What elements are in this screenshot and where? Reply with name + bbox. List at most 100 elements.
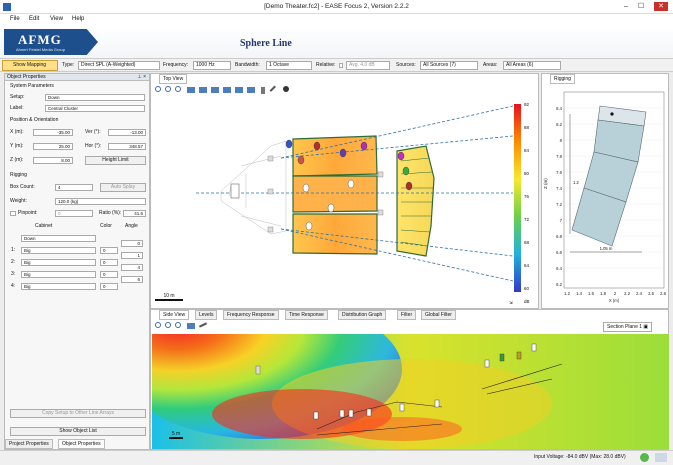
- status-window-icon[interactable]: [655, 453, 667, 462]
- color-select-2[interactable]: 0: [100, 259, 118, 266]
- rig-y-tick-11: 6.2: [556, 282, 562, 287]
- color-scale-60: 60: [524, 286, 530, 291]
- side-zoom-out-icon[interactable]: [165, 322, 171, 328]
- menu-help[interactable]: Help: [72, 16, 84, 22]
- rig-x-axis-label: X (m): [609, 298, 620, 303]
- tab-side-view[interactable]: Side View: [159, 310, 190, 320]
- height-limit-button[interactable]: Height Limit: [85, 156, 146, 165]
- color-scale-92: 92: [524, 102, 530, 107]
- grid-icon[interactable]: [235, 87, 243, 93]
- z-field[interactable]: 8.00: [33, 157, 73, 164]
- close-button[interactable]: ✕: [654, 2, 668, 11]
- cabinet-select-1[interactable]: Big: [21, 247, 96, 254]
- rigging-plot[interactable]: 8.4 8.2 8 7.8 7.6 7.4 7.2 7 6.8 6.6 6.4 …: [542, 84, 668, 308]
- menu-file[interactable]: File: [10, 16, 20, 22]
- cabinet-select-2[interactable]: Big: [21, 259, 96, 266]
- tab-global-filter[interactable]: Global Filter: [421, 310, 456, 320]
- tab-rigging[interactable]: Rigging: [550, 74, 575, 84]
- color-scale-84: 84: [524, 148, 530, 153]
- type-select[interactable]: Direct SPL (A-Weighted): [78, 61, 160, 70]
- zoom-fit-icon[interactable]: [175, 86, 181, 92]
- title-bar: [Demo Theater.fc2] - EASE Focus 2, Versi…: [0, 0, 673, 14]
- toolbar: Show Mapping Type: Direct SPL (A-Weighte…: [0, 58, 673, 72]
- pinpoint-checkbox[interactable]: [10, 211, 16, 216]
- color-scale-72: 72: [524, 217, 530, 222]
- bandwidth-select[interactable]: 1 Octave: [266, 61, 312, 70]
- pinpoint-select[interactable]: 0: [55, 210, 93, 217]
- y-field[interactable]: 25.00: [33, 143, 73, 150]
- cabinet-column-header: Cabinet: [35, 223, 53, 229]
- pin-icon[interactable]: ⊥ ×: [137, 74, 149, 81]
- cabinet-index-2: 2:: [11, 259, 16, 265]
- speaker-icon[interactable]: [261, 87, 265, 94]
- select-icon[interactable]: [247, 87, 255, 93]
- label-field[interactable]: Central Cluster: [45, 105, 145, 112]
- side-view-icon[interactable]: [187, 323, 195, 329]
- box-count-select[interactable]: 4: [55, 184, 93, 191]
- side-view-map[interactable]: 5 m: [152, 334, 669, 449]
- tab-time-response[interactable]: Time Response: [285, 310, 328, 320]
- area-icon[interactable]: [223, 87, 231, 93]
- rig-y-tick-1: 8.2: [556, 122, 562, 127]
- ratio-field[interactable]: 41.6: [123, 210, 146, 217]
- tab-top-view[interactable]: Top View: [159, 74, 188, 84]
- shape-icon[interactable]: [211, 87, 219, 93]
- zoom-out-icon[interactable]: [165, 86, 171, 92]
- layer-icon[interactable]: [199, 87, 207, 93]
- tab-object-properties[interactable]: Object Properties: [58, 439, 105, 449]
- tab-filter[interactable]: Filter: [397, 310, 417, 320]
- side-aim-icon[interactable]: [198, 322, 208, 328]
- side-view-toolbar: [153, 322, 223, 331]
- status-ok-icon: [640, 453, 649, 462]
- menu-edit[interactable]: Edit: [29, 16, 39, 22]
- input-voltage-text: Input Voltage: -84.0 dBV (Max: 28.0 dBV): [534, 454, 626, 460]
- tab-levels[interactable]: Levels: [195, 310, 218, 320]
- relative-select[interactable]: Avg. 4.0 dB: [346, 61, 390, 70]
- menu-view[interactable]: View: [50, 16, 63, 22]
- relative-label: Relative:: [316, 62, 336, 68]
- banner: AFMG Ahnert Feistel Media Group Sphere L…: [0, 26, 673, 58]
- side-zoom-in-icon[interactable]: [155, 322, 161, 328]
- section-plane-label[interactable]: Section Plane 1 ▣: [603, 322, 653, 332]
- cabinet-index-3: 3:: [11, 271, 16, 277]
- top-view-map[interactable]: 10 m 92 88 84 80 76 72 68 64 60 dB ⇲: [151, 96, 538, 308]
- setup-select[interactable]: Down: [45, 94, 145, 101]
- cabinet-select-4[interactable]: Big: [21, 283, 96, 290]
- color-select-4[interactable]: 0: [100, 283, 118, 290]
- view-icon[interactable]: [187, 87, 195, 93]
- pin-marker-icon[interactable]: [283, 86, 289, 92]
- minimize-button[interactable]: –: [621, 2, 631, 11]
- show-object-list-button[interactable]: Show Object List: [10, 427, 146, 436]
- color-select-1[interactable]: 0: [100, 247, 118, 254]
- maximize-button[interactable]: ☐: [636, 2, 646, 11]
- hor-field[interactable]: 348.57: [108, 143, 146, 150]
- auto-splay-button[interactable]: Auto Splay: [100, 183, 146, 192]
- angle-field-1[interactable]: 1: [121, 252, 143, 259]
- ver-label: Ver (°):: [85, 129, 101, 135]
- frequency-select[interactable]: 1000 Hz: [193, 61, 231, 70]
- x-field[interactable]: -35.00: [33, 129, 73, 136]
- cabinet-name-down[interactable]: Down: [21, 235, 96, 242]
- copy-setup-button[interactable]: Copy Setup to Other Line Arrays: [10, 409, 146, 418]
- tab-distribution-graph[interactable]: Distribution Graph: [338, 310, 387, 320]
- angle-field-0[interactable]: 0: [121, 240, 143, 247]
- show-mapping-button[interactable]: Show Mapping: [2, 60, 58, 71]
- aim-icon[interactable]: [269, 85, 280, 96]
- angle-column-header: Angle: [125, 223, 138, 229]
- rig-y-tick-5: 7.4: [556, 186, 562, 191]
- tab-project-properties[interactable]: Project Properties: [5, 439, 53, 449]
- side-zoom-fit-icon[interactable]: [175, 322, 181, 328]
- position-heading: Position & Orientation: [10, 117, 59, 123]
- angle-field-3[interactable]: 6: [121, 276, 143, 283]
- ver-field[interactable]: -13.00: [108, 129, 146, 136]
- color-select-3[interactable]: 0: [100, 271, 118, 278]
- sources-select[interactable]: All Sources (7): [420, 61, 478, 70]
- zoom-in-icon[interactable]: [155, 86, 161, 92]
- angle-field-2[interactable]: 4: [121, 264, 143, 271]
- relative-checkbox[interactable]: [339, 63, 343, 68]
- areas-select[interactable]: All Areas (6): [503, 61, 561, 70]
- weight-field: 120.0 (kg): [55, 198, 146, 205]
- tab-frequency-response[interactable]: Frequency Response: [223, 310, 279, 320]
- cabinet-select-3[interactable]: Big: [21, 271, 96, 278]
- top-view-toolbar: [153, 85, 303, 96]
